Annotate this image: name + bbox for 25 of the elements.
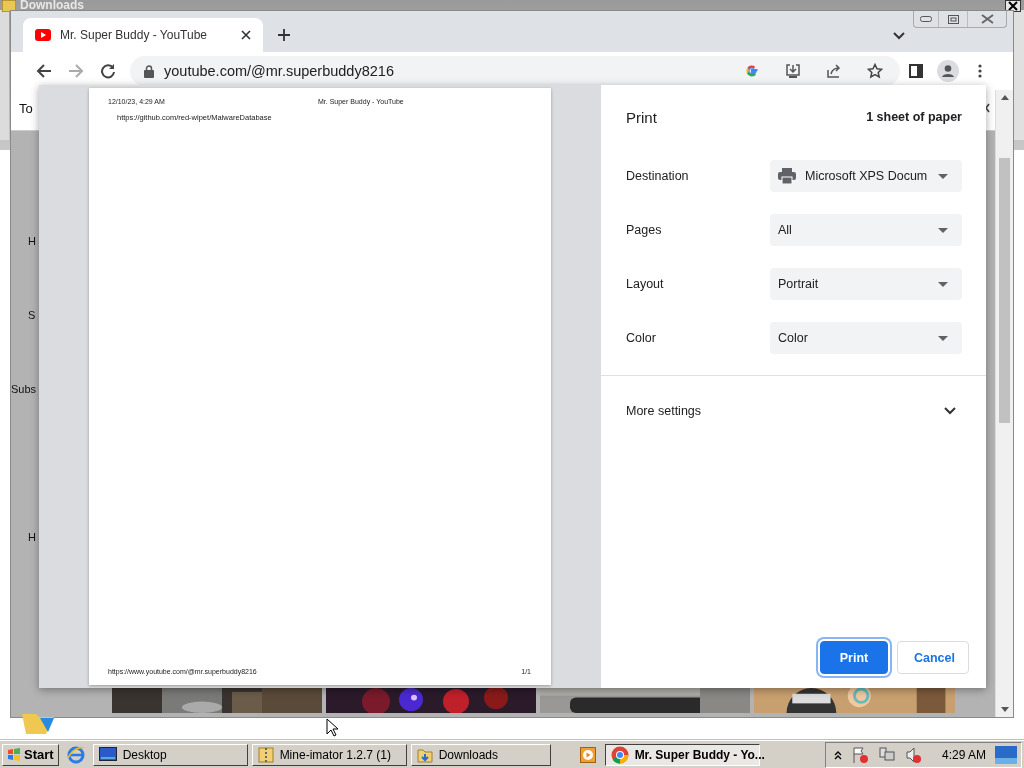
- sidebar-label: To: [19, 101, 33, 116]
- cancel-button[interactable]: Cancel: [897, 641, 969, 674]
- dialog-title: Print: [626, 108, 657, 126]
- sidebar-label: H: [28, 531, 36, 543]
- setting-dropdown[interactable]: Color: [770, 322, 962, 354]
- taskbar-button[interactable]: Desktop: [92, 743, 248, 766]
- window-title: Downloads: [20, 0, 84, 12]
- setting-dropdown[interactable]: Portrait: [770, 268, 962, 300]
- sidebar-label: Subs: [11, 383, 37, 395]
- taskbar-button[interactable]: Downloads: [410, 743, 551, 766]
- address-bar[interactable]: youtube.com/@mr.superbuddy8216: [130, 56, 900, 86]
- setting-label: Color: [626, 331, 657, 345]
- setting-dropdown[interactable]: All: [770, 214, 962, 246]
- start-button[interactable]: Start: [2, 743, 59, 766]
- sidebar-label: S: [28, 309, 36, 321]
- setting-label: Layout: [626, 277, 665, 291]
- more-settings-toggle[interactable]: More settings: [626, 376, 962, 446]
- clock-time: 4:29 AM: [941, 747, 986, 762]
- sidebar-label: H: [28, 235, 36, 247]
- setting-dropdown[interactable]: Microsoft XPS Docum: [770, 160, 962, 192]
- setting-label: Pages: [626, 223, 663, 237]
- sheet-count: 1 sheet of paper: [866, 110, 962, 124]
- taskbar-button[interactable]: Mine-imator 1.2.7 (1): [251, 743, 407, 766]
- browser-tab[interactable]: Mr. Super Buddy - YouTube: [23, 18, 263, 52]
- setting-label: Destination: [626, 169, 690, 183]
